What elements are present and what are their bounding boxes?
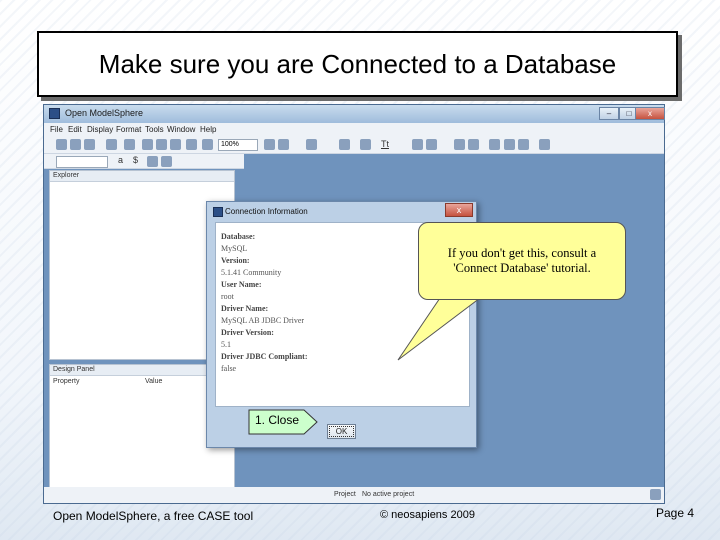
footer-left: Open ModelSphere, a free CASE tool bbox=[53, 509, 254, 523]
close-step-arrow: 1. Close bbox=[248, 409, 318, 435]
callout-cover-svg bbox=[441, 296, 479, 299]
footer-center: © neosapiens 2009 bbox=[380, 509, 475, 521]
close-step-label: 1. Close bbox=[255, 413, 300, 427]
callout-seam-cover bbox=[441, 296, 479, 299]
page-number: Page 4 bbox=[656, 506, 695, 520]
